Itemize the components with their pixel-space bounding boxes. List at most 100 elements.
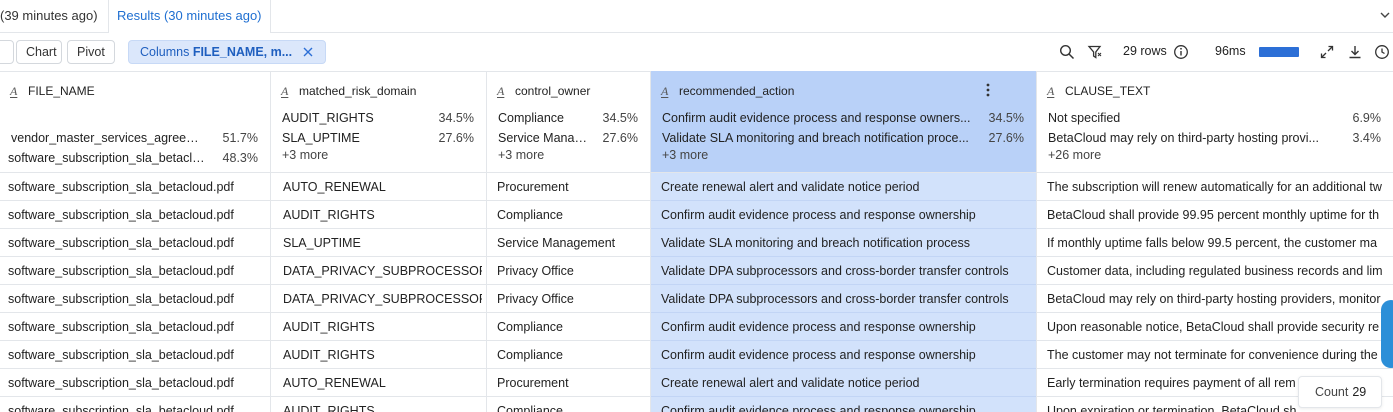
table-row[interactable]: software_subscription_sla_betacloud.pdf bbox=[0, 341, 270, 369]
table-row[interactable]: software_subscription_sla_betacloud.pdf bbox=[0, 369, 270, 397]
table-cell[interactable]: Privacy Office bbox=[497, 285, 646, 313]
table-cell[interactable]: Service Management bbox=[497, 229, 646, 257]
table-row[interactable]: BetaCloud shall provide 99.95 percent mo… bbox=[1037, 201, 1393, 229]
table-row[interactable]: Confirm audit evidence process and respo… bbox=[651, 201, 1036, 229]
table-cell[interactable]: software_subscription_sla_betacloud.pdf bbox=[8, 341, 266, 369]
table-row[interactable]: Privacy Office bbox=[487, 285, 650, 313]
table-cell[interactable]: software_subscription_sla_betacloud.pdf bbox=[8, 173, 266, 201]
table-row[interactable]: Upon reasonable notice, BetaCloud shall … bbox=[1037, 313, 1393, 341]
table-cell[interactable]: software_subscription_sla_betacloud.pdf bbox=[8, 257, 266, 285]
table-cell[interactable]: Confirm audit evidence process and respo… bbox=[661, 201, 1032, 229]
table-row[interactable]: Compliance bbox=[487, 313, 650, 341]
table-cell[interactable]: Compliance bbox=[497, 313, 646, 341]
more-values-link[interactable]: +3 more bbox=[498, 148, 544, 162]
table-row[interactable]: Privacy Office bbox=[487, 257, 650, 285]
chevron-down-icon[interactable] bbox=[1379, 9, 1391, 21]
table-cell[interactable]: Confirm audit evidence process and respo… bbox=[661, 341, 1032, 369]
table-cell[interactable]: AUDIT_RIGHTS bbox=[283, 341, 482, 369]
table-cell[interactable]: Compliance bbox=[497, 397, 646, 412]
table-row[interactable]: AUTO_RENEWAL bbox=[271, 369, 486, 397]
table-row[interactable]: Procurement bbox=[487, 173, 650, 201]
column-menu-icon[interactable] bbox=[986, 83, 990, 97]
table-cell[interactable]: software_subscription_sla_betacloud.pdf bbox=[8, 397, 266, 412]
search-icon[interactable] bbox=[1059, 44, 1075, 60]
tab-results-active[interactable]: Results (30 minutes ago) bbox=[109, 0, 271, 34]
more-values-link[interactable]: +3 more bbox=[662, 148, 708, 162]
table-row[interactable]: Validate DPA subprocessors and cross-bor… bbox=[651, 285, 1036, 313]
more-values-link[interactable]: +26 more bbox=[1048, 148, 1101, 162]
table-row[interactable]: Confirm audit evidence process and respo… bbox=[651, 313, 1036, 341]
table-row[interactable]: Validate DPA subprocessors and cross-bor… bbox=[651, 257, 1036, 285]
table-cell[interactable]: software_subscription_sla_betacloud.pdf bbox=[8, 285, 266, 313]
table-row[interactable]: Service Management bbox=[487, 229, 650, 257]
table-row[interactable]: Confirm audit evidence process and respo… bbox=[651, 341, 1036, 369]
table-cell[interactable]: software_subscription_sla_betacloud.pdf bbox=[8, 229, 266, 257]
table-row[interactable]: software_subscription_sla_betacloud.pdf bbox=[0, 257, 270, 285]
column-header[interactable]: Acontrol_owner Compliance 34.5% Service M… bbox=[487, 71, 650, 173]
table-cell[interactable]: software_subscription_sla_betacloud.pdf bbox=[8, 313, 266, 341]
table-cell[interactable]: Validate SLA monitoring and breach notif… bbox=[661, 229, 1032, 257]
table-cell[interactable]: Compliance bbox=[497, 341, 646, 369]
table-row[interactable]: SLA_UPTIME bbox=[271, 229, 486, 257]
filter-icon[interactable] bbox=[1087, 44, 1103, 60]
table-row[interactable]: software_subscription_sla_betacloud.pdf bbox=[0, 285, 270, 313]
info-icon[interactable] bbox=[1173, 44, 1189, 60]
table-row[interactable]: software_subscription_sla_betacloud.pdf bbox=[0, 313, 270, 341]
columns-filter-chip[interactable]: Columns FILE_NAME, m... bbox=[128, 40, 326, 64]
table-cell[interactable]: AUDIT_RIGHTS bbox=[283, 397, 482, 412]
table-row[interactable]: software_subscription_sla_betacloud.pdf bbox=[0, 397, 270, 412]
table-row[interactable]: Compliance bbox=[487, 201, 650, 229]
table-cell[interactable]: AUDIT_RIGHTS bbox=[283, 201, 482, 229]
table-cell[interactable]: Procurement bbox=[497, 173, 646, 201]
table-row[interactable]: AUDIT_RIGHTS bbox=[271, 341, 486, 369]
table-cell[interactable]: Confirm audit evidence process and respo… bbox=[661, 397, 1032, 412]
table-row[interactable]: Customer data, including regulated busin… bbox=[1037, 257, 1393, 285]
table-row[interactable]: Procurement bbox=[487, 369, 650, 397]
more-values-link[interactable]: +3 more bbox=[282, 148, 328, 162]
table-cell[interactable]: Compliance bbox=[497, 201, 646, 229]
table-row[interactable]: Create renewal alert and validate notice… bbox=[651, 369, 1036, 397]
table-row[interactable]: AUDIT_RIGHTS bbox=[271, 201, 486, 229]
table-cell[interactable]: Validate DPA subprocessors and cross-bor… bbox=[661, 285, 1032, 313]
table-row[interactable]: Confirm audit evidence process and respo… bbox=[651, 397, 1036, 412]
table-row[interactable]: DATA_PRIVACY_SUBPROCESSOR bbox=[271, 257, 486, 285]
column-header[interactable]: A FILE_NAME vendor_master_services_agreem… bbox=[0, 71, 270, 173]
table-cell[interactable]: Customer data, including regulated busin… bbox=[1047, 257, 1393, 285]
table-cell[interactable]: Upon reasonable notice, BetaCloud shall … bbox=[1047, 313, 1393, 341]
table-row[interactable]: AUTO_RENEWAL bbox=[271, 173, 486, 201]
table-cell[interactable]: software_subscription_sla_betacloud.pdf bbox=[8, 369, 266, 397]
table-row[interactable]: Compliance bbox=[487, 397, 650, 412]
chart-button[interactable]: Chart bbox=[16, 40, 62, 64]
table-cell[interactable]: AUDIT_RIGHTS bbox=[283, 313, 482, 341]
table-cell[interactable]: DATA_PRIVACY_SUBPROCESSOR bbox=[283, 257, 482, 285]
table-cell[interactable]: Procurement bbox=[497, 369, 646, 397]
side-panel-handle[interactable] bbox=[1381, 300, 1393, 368]
table-row[interactable]: software_subscription_sla_betacloud.pdf bbox=[0, 201, 270, 229]
table-cell[interactable]: Create renewal alert and validate notice… bbox=[661, 173, 1032, 201]
table-cell[interactable]: The customer may not terminate for conve… bbox=[1047, 341, 1393, 369]
tab-previous-results[interactable]: (39 minutes ago) bbox=[0, 0, 109, 33]
count-summary[interactable]: Count 29 bbox=[1298, 376, 1382, 408]
table-cell[interactable]: AUTO_RENEWAL bbox=[283, 173, 482, 201]
table-row[interactable]: software_subscription_sla_betacloud.pdf bbox=[0, 229, 270, 257]
table-cell[interactable]: SLA_UPTIME bbox=[283, 229, 482, 257]
table-cell[interactable]: DATA_PRIVACY_SUBPROCESSOR bbox=[283, 285, 482, 313]
table-row[interactable]: DATA_PRIVACY_SUBPROCESSOR bbox=[271, 285, 486, 313]
table-row[interactable]: The customer may not terminate for conve… bbox=[1037, 341, 1393, 369]
table-row[interactable]: software_subscription_sla_betacloud.pdf bbox=[0, 173, 270, 201]
table-cell[interactable]: BetaCloud may rely on third-party hostin… bbox=[1047, 285, 1393, 313]
table-cell[interactable]: Privacy Office bbox=[497, 257, 646, 285]
column-header[interactable]: A CLAUSE_TEXT Not specified 6.9% BetaCloud… bbox=[1037, 71, 1393, 173]
table-cell[interactable]: Create renewal alert and validate notice… bbox=[661, 369, 1032, 397]
expand-icon[interactable] bbox=[1319, 44, 1335, 60]
clock-icon[interactable] bbox=[1374, 44, 1390, 60]
table-row[interactable]: BetaCloud may rely on third-party hostin… bbox=[1037, 285, 1393, 313]
table-row[interactable]: AUDIT_RIGHTS bbox=[271, 397, 486, 412]
column-header[interactable]: Amatched_risk_domain AUDIT_RIGHTS 34.5% S… bbox=[271, 71, 486, 173]
table-row[interactable]: AUDIT_RIGHTS bbox=[271, 313, 486, 341]
pivot-button[interactable]: Pivot bbox=[67, 40, 115, 64]
table-cell[interactable]: BetaCloud shall provide 99.95 percent mo… bbox=[1047, 201, 1393, 229]
table-row[interactable]: Compliance bbox=[487, 341, 650, 369]
table-row[interactable]: Create renewal alert and validate notice… bbox=[651, 173, 1036, 201]
table-cell[interactable]: If monthly uptime falls below 99.5 perce… bbox=[1047, 229, 1393, 257]
